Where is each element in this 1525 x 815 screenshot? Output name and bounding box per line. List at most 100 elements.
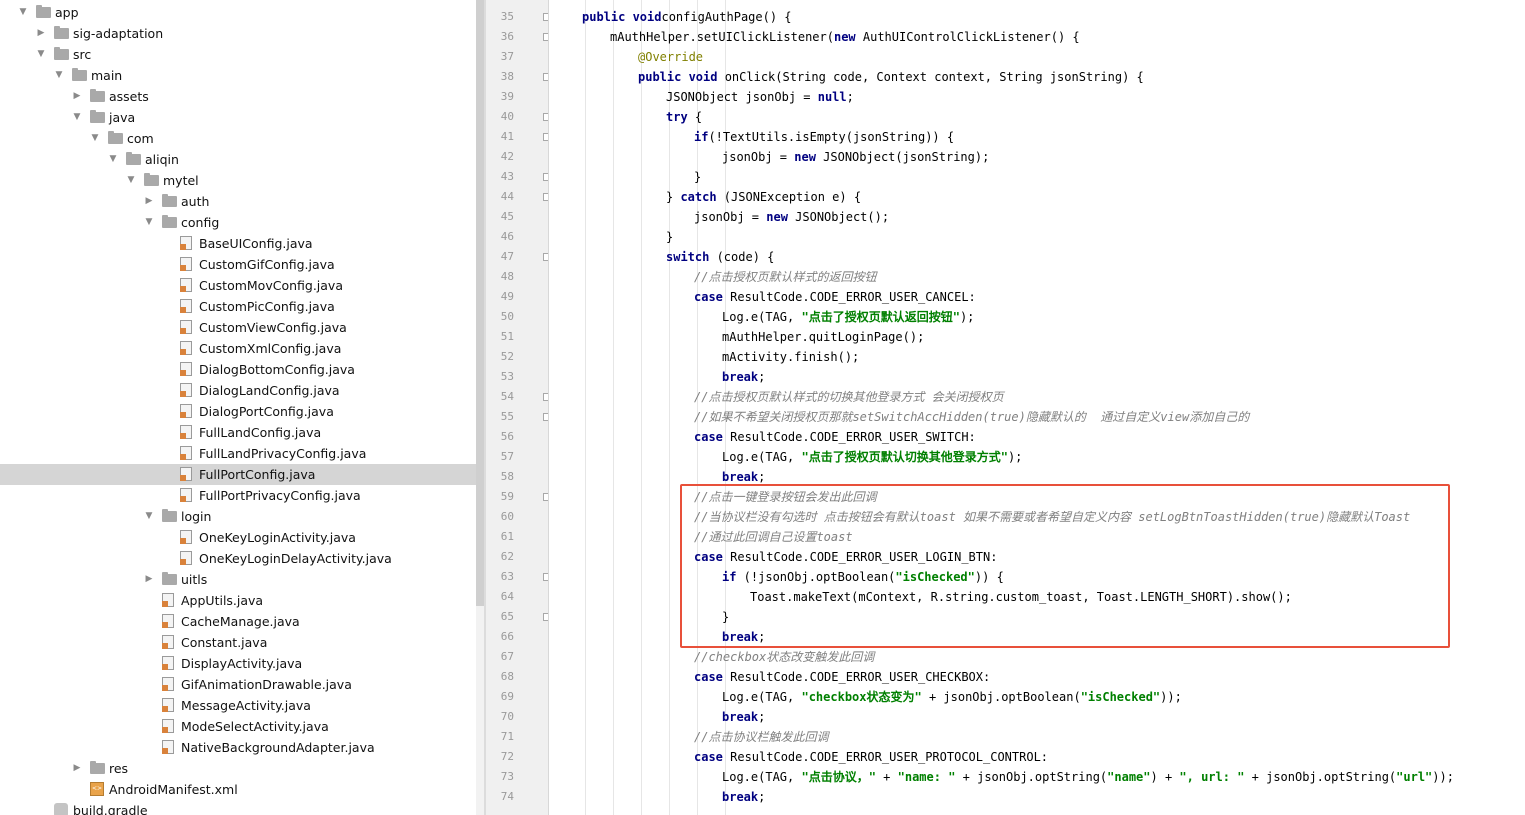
expanded-arrow-icon[interactable]: ▼ xyxy=(90,128,100,149)
code-line[interactable]: case ResultCode.CODE_ERROR_USER_SWITCH: xyxy=(694,427,976,447)
tree-item[interactable]: build.gradle xyxy=(0,800,476,815)
expanded-arrow-icon[interactable]: ▼ xyxy=(18,2,28,23)
tree-item[interactable]: CustomPicConfig.java xyxy=(0,296,476,317)
tree-item[interactable]: GifAnimationDrawable.java xyxy=(0,674,476,695)
expanded-arrow-icon[interactable]: ▼ xyxy=(36,44,46,65)
tree-item-label: FullPortPrivacyConfig.java xyxy=(199,488,361,503)
code-line[interactable]: case ResultCode.CODE_ERROR_USER_PROTOCOL… xyxy=(694,747,1048,767)
tree-item[interactable]: ▼ aliqin xyxy=(0,149,476,170)
code-token: ); xyxy=(959,310,975,324)
code-line[interactable]: mAuthHelper.quitLoginPage(); xyxy=(722,327,924,347)
tree-item[interactable]: OneKeyLoginDelayActivity.java xyxy=(0,548,476,569)
code-line[interactable]: Log.e(TAG, "checkbox状态变为" + jsonObj.optB… xyxy=(722,687,1182,707)
code-line[interactable]: //点击协议栏触发此回调 xyxy=(694,727,828,747)
code-line[interactable]: case ResultCode.CODE_ERROR_USER_CHECKBOX… xyxy=(694,667,990,687)
code-line[interactable]: break; xyxy=(722,707,765,727)
code-line[interactable]: JSONObject jsonObj = null; xyxy=(666,87,854,107)
code-line[interactable]: mAuthHelper.setUIClickListener(new AuthU… xyxy=(610,27,1080,47)
line-number: 36 xyxy=(500,30,514,43)
tree-item[interactable]: ▼ app xyxy=(0,2,476,23)
code-line[interactable]: case ResultCode.CODE_ERROR_USER_CANCEL: xyxy=(694,287,976,307)
code-line[interactable]: switch (code) { xyxy=(666,247,774,267)
code-line[interactable]: if(!TextUtils.isEmpty(jsonString)) { xyxy=(694,127,954,147)
tree-item[interactable]: Constant.java xyxy=(0,632,476,653)
tree-item[interactable]: ▶ auth xyxy=(0,191,476,212)
code-line[interactable]: //点击授权页默认样式的返回按钮 xyxy=(694,267,876,287)
expanded-arrow-icon[interactable]: ▼ xyxy=(108,149,118,170)
collapsed-arrow-icon[interactable]: ▶ xyxy=(36,23,46,44)
tree-item[interactable]: DialogBottomConfig.java xyxy=(0,359,476,380)
tree-item[interactable]: CustomMovConfig.java xyxy=(0,275,476,296)
expanded-arrow-icon[interactable]: ▼ xyxy=(126,170,136,191)
expanded-arrow-icon[interactable]: ▼ xyxy=(72,107,82,128)
tree-item-label: main xyxy=(91,68,123,83)
tree-item[interactable]: ▼ config xyxy=(0,212,476,233)
collapsed-arrow-icon[interactable]: ▶ xyxy=(144,569,154,590)
code-line[interactable]: jsonObj = new JSONObject(jsonString); xyxy=(722,147,989,167)
code-line[interactable]: //checkbox状态改变触发此回调 xyxy=(694,647,874,667)
tree-item[interactable]: NativeBackgroundAdapter.java xyxy=(0,737,476,758)
code-token: null xyxy=(817,90,847,104)
code-line[interactable]: } xyxy=(694,167,701,187)
expanded-arrow-icon[interactable]: ▼ xyxy=(144,506,154,527)
code-token: + jsonObj.optString( xyxy=(1244,770,1397,784)
tree-item[interactable]: ▶ sig-adaptation xyxy=(0,23,476,44)
code-line[interactable]: public voidconfigAuthPage() { xyxy=(582,7,792,27)
code-line[interactable]: Log.e(TAG, "点击了授权页默认切换其他登录方式"); xyxy=(722,447,1022,467)
code-line[interactable]: //如果不希望关闭授权页那就setSwitchAccHidden(true)隐藏… xyxy=(694,407,1249,427)
tree-item[interactable]: ▼ java xyxy=(0,107,476,128)
tree-item[interactable]: MessageActivity.java xyxy=(0,695,476,716)
code-line[interactable]: Log.e(TAG, "点击了授权页默认返回按钮"); xyxy=(722,307,974,327)
code-token: switch xyxy=(666,250,710,264)
tree-item[interactable]: BaseUIConfig.java xyxy=(0,233,476,254)
tree-item[interactable]: ▼ main xyxy=(0,65,476,86)
tree-item[interactable]: ▶ assets xyxy=(0,86,476,107)
line-number: 40 xyxy=(500,110,514,123)
tree-item[interactable]: ▼ src xyxy=(0,44,476,65)
tree-item[interactable]: ▼ login xyxy=(0,506,476,527)
collapsed-arrow-icon[interactable]: ▶ xyxy=(72,758,82,779)
tree-item[interactable]: FullPortConfig.java xyxy=(0,464,476,485)
tree-item[interactable]: AppUtils.java xyxy=(0,590,476,611)
tree-item[interactable]: FullPortPrivacyConfig.java xyxy=(0,485,476,506)
tree-item[interactable]: ▶ res xyxy=(0,758,476,779)
tree-item[interactable]: FullLandPrivacyConfig.java xyxy=(0,443,476,464)
expanded-arrow-icon[interactable]: ▼ xyxy=(54,65,64,86)
tree-item[interactable]: OneKeyLoginActivity.java xyxy=(0,527,476,548)
code-line[interactable]: //点击授权页默认样式的切换其他登录方式 会关闭授权页 xyxy=(694,387,1004,407)
tree-item[interactable]: CustomXmlConfig.java xyxy=(0,338,476,359)
tree-item[interactable]: CustomGifConfig.java xyxy=(0,254,476,275)
tree-item[interactable]: DialogPortConfig.java xyxy=(0,401,476,422)
expanded-arrow-icon[interactable]: ▼ xyxy=(144,212,154,233)
code-editor[interactable]: public voidconfigAuthPage() {mAuthHelper… xyxy=(549,0,1525,815)
tree-item[interactable]: ▼ com xyxy=(0,128,476,149)
code-token: jsonObj = xyxy=(722,150,795,164)
tree-item-label: CustomXmlConfig.java xyxy=(199,341,342,356)
code-line[interactable]: @Override xyxy=(638,47,703,67)
java-file-icon xyxy=(180,446,192,460)
tree-item[interactable]: FullLandConfig.java xyxy=(0,422,476,443)
collapsed-arrow-icon[interactable]: ▶ xyxy=(144,191,154,212)
tree-item[interactable]: DialogLandConfig.java xyxy=(0,380,476,401)
line-number: 39 xyxy=(500,90,514,103)
code-line[interactable]: break; xyxy=(722,367,765,387)
code-line[interactable]: try { xyxy=(666,107,702,127)
collapsed-arrow-icon[interactable]: ▶ xyxy=(72,86,82,107)
tree-item[interactable]: CacheManage.java xyxy=(0,611,476,632)
tree-item[interactable]: <> AndroidManifest.xml xyxy=(0,779,476,800)
code-token: ); xyxy=(1007,450,1023,464)
code-token: ) + xyxy=(1150,770,1180,784)
code-line[interactable]: mActivity.finish(); xyxy=(722,347,859,367)
code-line[interactable]: public void onClick(String code, Context… xyxy=(638,67,1144,87)
code-line[interactable]: break; xyxy=(722,787,765,807)
tree-item[interactable]: DisplayActivity.java xyxy=(0,653,476,674)
tree-item[interactable]: ▼ mytel xyxy=(0,170,476,191)
tree-item[interactable]: ModeSelectActivity.java xyxy=(0,716,476,737)
tree-item[interactable]: ▶ uitls xyxy=(0,569,476,590)
code-line[interactable]: Log.e(TAG, "点击协议，" + "name: " + jsonObj.… xyxy=(722,767,1454,787)
tree-item[interactable]: CustomViewConfig.java xyxy=(0,317,476,338)
line-number: 70 xyxy=(500,710,514,723)
code-line[interactable]: } xyxy=(666,227,673,247)
code-line[interactable]: } catch (JSONException e) { xyxy=(666,187,861,207)
code-line[interactable]: jsonObj = new JSONObject(); xyxy=(694,207,889,227)
